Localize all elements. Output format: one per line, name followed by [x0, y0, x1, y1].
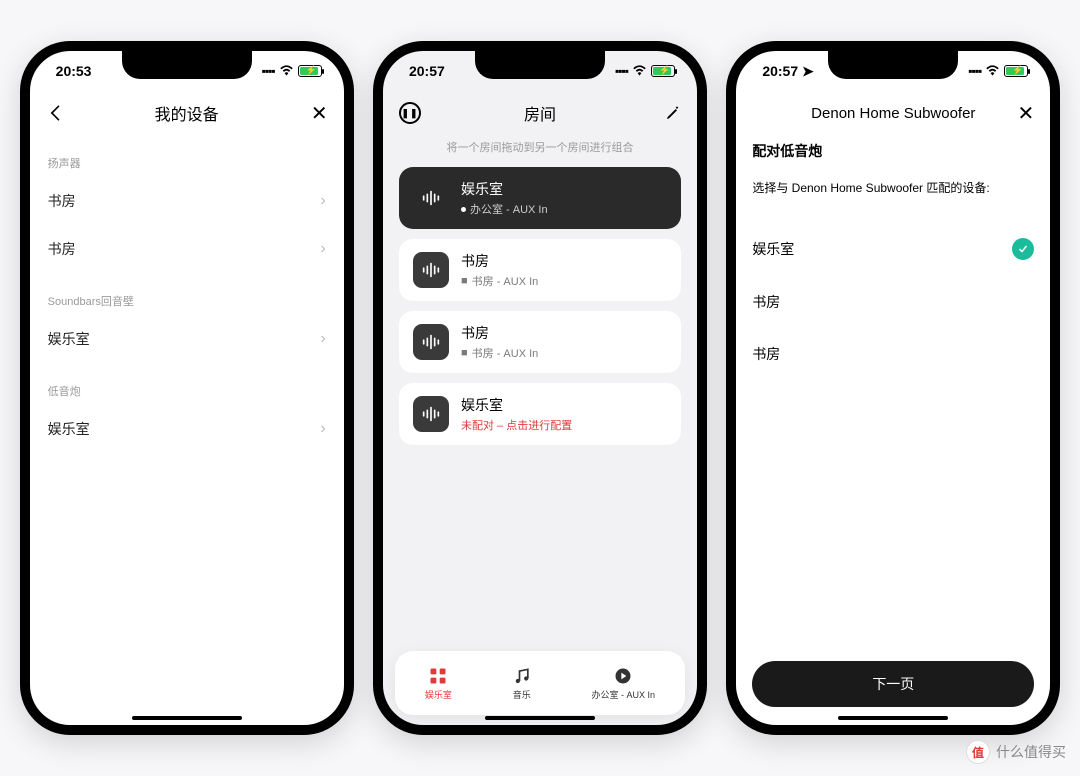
speaker-icon — [413, 396, 449, 432]
notch — [122, 51, 252, 79]
device-label: 书房 — [48, 239, 76, 259]
next-label: 下一页 — [872, 674, 914, 694]
room-card[interactable]: 娱乐室 未配对 – 点击进行配置 — [399, 383, 681, 445]
room-subtitle: 办公室 - AUX In — [461, 201, 548, 217]
signal-icon: ▪▪▪▪ — [262, 64, 275, 78]
nav-bar: Denon Home Subwoofer ✕ — [736, 91, 1050, 135]
nav-bar: ❚❚ 房间 — [383, 91, 697, 135]
drag-hint: 将一个房间拖动到另一个房间进行组合 — [399, 139, 681, 155]
home-indicator[interactable] — [485, 716, 595, 720]
watermark: 值 什么值得买 — [966, 740, 1066, 764]
tab-label: 办公室 - AUX In — [592, 688, 656, 701]
room-subtitle: ■ 书房 - AUX In — [461, 273, 538, 289]
tab-rooms[interactable]: 娱乐室 — [425, 666, 452, 701]
pair-option[interactable]: 娱乐室 — [752, 222, 1034, 276]
wifi-icon — [985, 64, 1000, 79]
signal-icon: ▪▪▪▪ — [615, 64, 628, 78]
section-header: 扬声器 — [46, 155, 328, 171]
tab-now-playing[interactable]: 办公室 - AUX In — [592, 666, 656, 701]
nav-title: Denon Home Subwoofer — [811, 105, 975, 122]
battery-icon: ⚡ — [298, 65, 322, 77]
device-row[interactable]: 书房 › — [46, 225, 328, 273]
section-header: 低音炮 — [46, 383, 328, 399]
chevron-right-icon: › — [320, 420, 325, 438]
phone-3: 20:57 ➤ ▪▪▪▪ ⚡ Denon Home Subwoofer ✕ 配对… — [726, 41, 1060, 735]
tab-bar: 娱乐室 音乐 办公室 - AUX In — [395, 651, 685, 715]
wifi-icon — [279, 64, 294, 79]
chevron-right-icon: › — [320, 240, 325, 258]
chevron-right-icon: › — [320, 192, 325, 210]
tab-music[interactable]: 音乐 — [512, 666, 532, 701]
pair-option[interactable]: 书房 — [752, 276, 1034, 328]
speaker-icon — [413, 252, 449, 288]
tab-label: 音乐 — [513, 688, 531, 701]
music-icon — [512, 666, 532, 686]
phone-2: 20:57 ▪▪▪▪ ⚡ ❚❚ 房间 将一个房间拖动到另一个房间进行组合 — [373, 41, 707, 735]
check-icon — [1012, 238, 1034, 260]
watermark-logo-icon: 值 — [966, 740, 990, 764]
speaker-icon — [413, 180, 449, 216]
device-row[interactable]: 娱乐室 › — [46, 405, 328, 453]
watermark-text: 什么值得买 — [996, 742, 1066, 762]
option-label: 娱乐室 — [752, 239, 794, 259]
status-indicators: ▪▪▪▪ ⚡ — [615, 64, 675, 79]
section-heading: 配对低音炮 — [752, 141, 1034, 161]
status-indicators: ▪▪▪▪ ⚡ — [968, 64, 1028, 79]
location-icon: ➤ — [802, 63, 814, 80]
device-list: 扬声器 书房 › 书房 › Soundbars回音壁 娱乐室 › 低音炮 娱乐室… — [30, 135, 344, 725]
status-time: 20:53 — [56, 63, 92, 79]
room-title: 娱乐室 — [461, 395, 572, 415]
device-label: 娱乐室 — [48, 329, 90, 349]
room-title: 书房 — [461, 323, 538, 343]
play-icon — [613, 666, 633, 686]
home-indicator[interactable] — [132, 716, 242, 720]
device-row[interactable]: 书房 › — [46, 177, 328, 225]
device-row[interactable]: 娱乐室 › — [46, 315, 328, 363]
chevron-right-icon: › — [320, 330, 325, 348]
room-card[interactable]: 书房 ■ 书房 - AUX In — [399, 311, 681, 373]
battery-icon: ⚡ — [1004, 65, 1028, 77]
nav-title: 房间 — [524, 101, 556, 125]
section-header: Soundbars回音壁 — [46, 293, 328, 309]
pause-button[interactable]: ❚❚ — [399, 91, 421, 135]
nav-title: 我的设备 — [155, 101, 219, 125]
home-indicator[interactable] — [838, 716, 948, 720]
back-button[interactable] — [46, 91, 66, 135]
option-label: 书房 — [752, 292, 780, 312]
status-time: 20:57 — [409, 63, 445, 79]
room-title: 娱乐室 — [461, 179, 548, 199]
speaker-icon — [413, 324, 449, 360]
battery-icon: ⚡ — [651, 65, 675, 77]
close-button[interactable]: ✕ — [1018, 91, 1035, 135]
wifi-icon — [632, 64, 647, 79]
room-card[interactable]: 娱乐室 办公室 - AUX In — [399, 167, 681, 229]
pause-icon: ❚❚ — [399, 102, 421, 124]
option-label: 书房 — [752, 344, 780, 364]
device-label: 书房 — [48, 191, 76, 211]
room-title: 书房 — [461, 251, 538, 271]
notch — [475, 51, 605, 79]
next-button[interactable]: 下一页 — [752, 661, 1034, 707]
room-subtitle-warning: 未配对 – 点击进行配置 — [461, 417, 572, 433]
pair-option[interactable]: 书房 — [752, 328, 1034, 380]
room-subtitle: ■ 书房 - AUX In — [461, 345, 538, 361]
pairing-content: 配对低音炮 选择与 Denon Home Subwoofer 匹配的设备: 娱乐… — [736, 135, 1050, 661]
signal-icon: ▪▪▪▪ — [968, 64, 981, 78]
rooms-list: 将一个房间拖动到另一个房间进行组合 娱乐室 办公室 - AUX In 书房 ■ … — [383, 135, 697, 651]
tab-label: 娱乐室 — [425, 688, 452, 701]
notch — [828, 51, 958, 79]
grid-icon — [428, 666, 448, 686]
section-subtitle: 选择与 Denon Home Subwoofer 匹配的设备: — [752, 179, 1034, 196]
room-card[interactable]: 书房 ■ 书房 - AUX In — [399, 239, 681, 301]
status-dot-icon — [461, 207, 466, 212]
status-time: 20:57 ➤ — [762, 63, 813, 80]
nav-bar: 我的设备 ✕ — [30, 91, 344, 135]
device-label: 娱乐室 — [48, 419, 90, 439]
status-indicators: ▪▪▪▪ ⚡ — [262, 64, 322, 79]
edit-button[interactable] — [665, 91, 681, 135]
phone-1: 20:53 ▪▪▪▪ ⚡ 我的设备 ✕ 扬声器 书房 › 书房 — [20, 41, 354, 735]
close-button[interactable]: ✕ — [311, 91, 328, 135]
